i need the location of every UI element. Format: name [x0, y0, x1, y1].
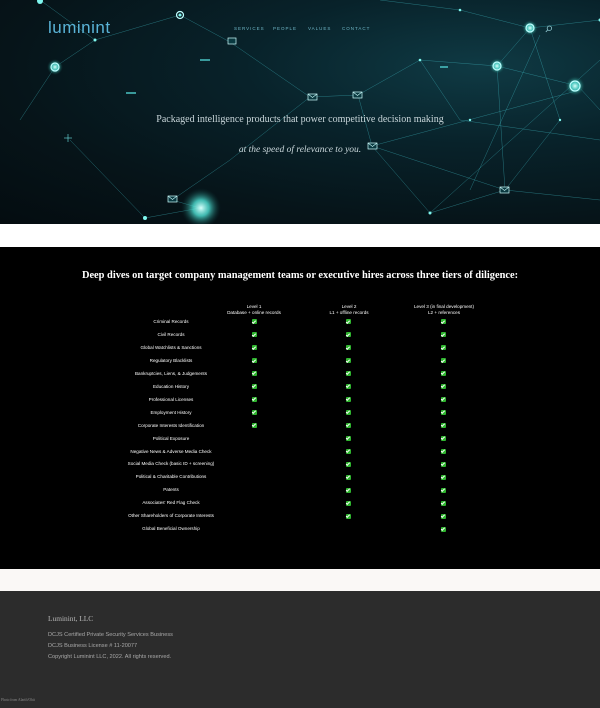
check-icon [346, 397, 351, 402]
check-icon [441, 319, 446, 325]
check-icon [441, 384, 446, 390]
row-label: Patents [163, 487, 179, 493]
check-icon [441, 500, 446, 506]
check-icon [346, 422, 351, 428]
check-icon [252, 409, 257, 415]
check-icon [252, 371, 257, 377]
row-label: Criminal Records [153, 319, 189, 324]
row-label: Negative News & Adverse Media Check [130, 448, 212, 454]
check-icon [441, 435, 446, 441]
check-icon [441, 409, 446, 415]
check-icon [441, 487, 446, 493]
check-icon [346, 500, 351, 506]
row-label: Associates' Red Flag Check [142, 500, 200, 506]
brand-logo[interactable]: luminint [48, 18, 111, 38]
row-label: Global Watchlists & Sanctions [140, 344, 202, 350]
check-icon [346, 319, 351, 325]
nav-values[interactable]: VALUES [308, 26, 331, 31]
hero-banner: luminint SERVICES PEOPLE VALUES CONTACT … [0, 0, 600, 224]
check-icon [346, 487, 351, 493]
check-icon [441, 332, 446, 338]
search-icon[interactable] [545, 25, 553, 33]
row-label: Bankruptcies, Liens, & Judgements [134, 370, 207, 376]
footer [0, 591, 600, 708]
check-icon [346, 513, 351, 519]
nav-services[interactable]: SERVICES [234, 26, 265, 31]
column-header-level-3: Level 3 (in final development) L2 + refe… [384, 304, 504, 316]
check-icon [441, 474, 446, 480]
footer-company-name: Luminint, LLC [48, 614, 94, 623]
hero-tagline: Packaged intelligence products that powe… [156, 114, 444, 125]
row-label: Social Media Check (basic ID + screening… [127, 461, 215, 467]
check-icon [346, 409, 351, 415]
row-label: Regulatory Blacklists [149, 357, 193, 363]
photo-credit: Photo from Alarifi/Obit [1, 698, 35, 702]
check-icon [252, 319, 257, 325]
check-icon [441, 448, 446, 454]
check-icon [441, 345, 446, 351]
check-icon [346, 358, 351, 364]
row-label: Employment History [150, 409, 192, 415]
check-icon [441, 371, 446, 377]
check-icon [346, 461, 351, 467]
check-icon [346, 332, 351, 338]
spacer-band-cream [0, 569, 600, 591]
row-label: Civil Records [157, 331, 185, 337]
check-icon [441, 513, 446, 519]
diligence-title: Deep dives on target company management … [81, 270, 519, 281]
check-icon [252, 422, 257, 428]
row-label: Political & Charitable Contributions [135, 474, 207, 480]
check-icon [441, 526, 446, 532]
check-icon [346, 384, 351, 390]
check-icon [346, 435, 351, 441]
diligence-section [0, 247, 600, 569]
row-label: Professional Licenses [148, 396, 194, 402]
row-label: Education History [152, 383, 189, 389]
check-icon [346, 474, 351, 480]
check-icon [441, 422, 446, 428]
nav-contact[interactable]: CONTACT [342, 26, 370, 31]
footer-copyright: Copyright Luminint LLC, 2022. All rights… [48, 654, 172, 660]
footer-license: DCJS Business License # 11-20077 [48, 643, 138, 649]
row-label: Other Shareholders of Corporate Interest… [128, 513, 214, 519]
row-label: Corporate Interests Identification [137, 422, 205, 428]
check-icon [252, 384, 257, 390]
check-icon [441, 461, 446, 467]
check-icon [252, 332, 257, 338]
check-icon [346, 345, 351, 351]
footer-certification: DCJS Certified Private Security Services… [48, 632, 173, 638]
row-label: Global Beneficial Ownership [142, 526, 200, 532]
column-header-level-3-desc: L2 + references [427, 310, 461, 315]
check-icon [252, 397, 257, 402]
check-icon [441, 358, 446, 364]
nav-people[interactable]: PEOPLE [273, 26, 297, 31]
spacer-band [0, 224, 600, 247]
check-icon [441, 397, 446, 402]
row-label: Political Exposure [152, 435, 190, 441]
check-icon [252, 345, 257, 351]
check-icon [252, 358, 257, 364]
hero-subtagline: at the speed of relevance to you. [238, 145, 362, 155]
check-icon [346, 448, 351, 454]
check-icon [346, 371, 351, 377]
